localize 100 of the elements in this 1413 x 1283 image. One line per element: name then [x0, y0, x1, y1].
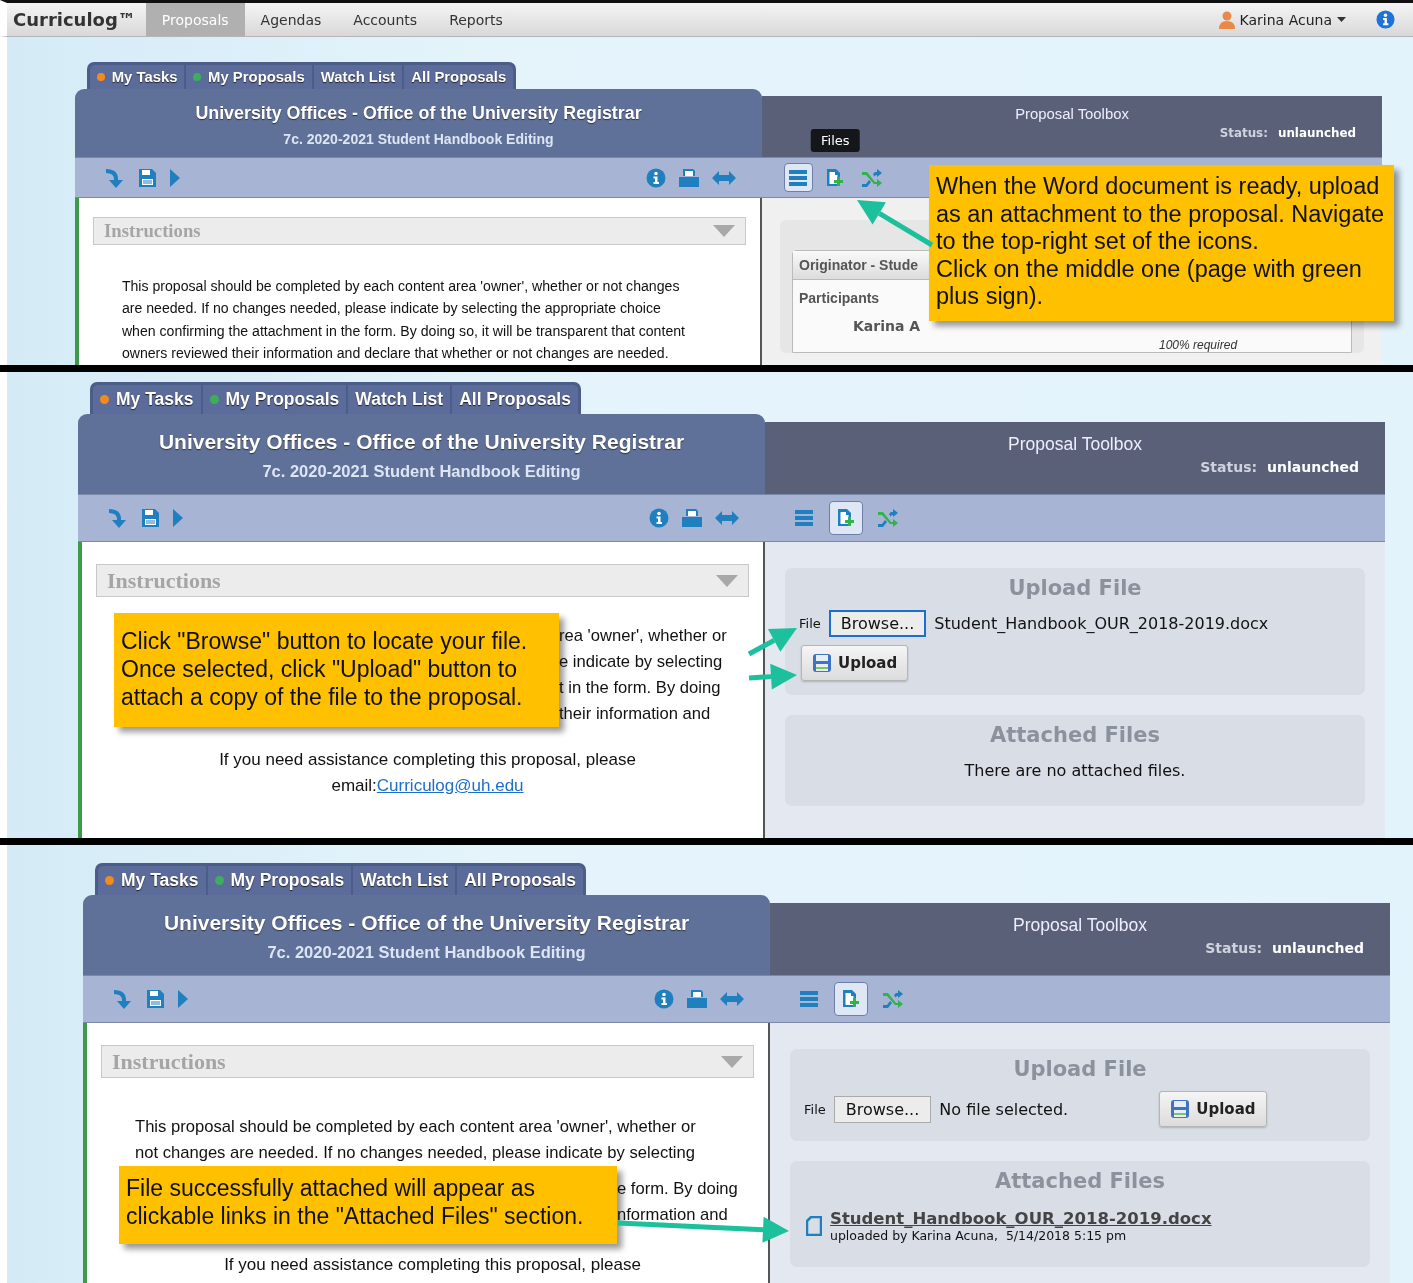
participant-name: Karina A — [853, 318, 921, 334]
info-icon[interactable] — [1376, 10, 1395, 29]
tooltip: Files — [811, 129, 860, 153]
nav-tab[interactable]: Agendas — [244, 3, 338, 36]
print-icon[interactable] — [678, 167, 700, 188]
status-label: Status: — [1219, 125, 1268, 140]
info-icon[interactable] — [646, 167, 666, 188]
print-icon[interactable] — [686, 989, 708, 1009]
tab[interactable]: My Tasks — [98, 866, 206, 895]
tab[interactable]: My Proposals — [202, 385, 347, 414]
attached-file-link[interactable]: Student_Handbook_OUR_2018-2019.docx — [830, 1209, 1212, 1228]
tool-button[interactable] — [829, 501, 863, 535]
shuffle-icon — [877, 508, 899, 528]
status-value: unlaunched — [1277, 125, 1356, 140]
caret-icon — [721, 1055, 743, 1068]
section-title: Attached Files — [989, 723, 1161, 747]
file-name: No file selected. — [939, 1099, 1070, 1119]
list-icon — [788, 167, 809, 188]
instructions-title: Instructions — [112, 1048, 226, 1075]
nav-tab[interactable]: Reports — [433, 3, 519, 36]
expand-arrows-icon[interactable] — [712, 169, 736, 186]
tool-button[interactable] — [834, 982, 868, 1016]
tab[interactable]: My Proposals — [186, 65, 312, 90]
page-plus-icon — [825, 166, 846, 189]
tab[interactable]: Watch List — [313, 65, 403, 90]
save-icon — [812, 653, 832, 673]
print-icon[interactable] — [681, 508, 703, 528]
play-icon[interactable] — [169, 167, 181, 188]
list-icon — [799, 989, 819, 1009]
turn-arrow-icon[interactable] — [113, 988, 133, 1010]
status-value: unlaunched — [1272, 940, 1364, 956]
browse-button[interactable]: Browse... — [828, 610, 927, 637]
file-label: File — [799, 616, 821, 631]
email-link[interactable]: Curriculog@uh.edu — [376, 776, 524, 795]
instructions-line: e form. By doing — [617, 1178, 738, 1200]
proposal-subtitle: 7c. 2020-2021 Student Handbook Editing — [282, 130, 555, 147]
section-title: Attached Files — [994, 1169, 1166, 1193]
page-plus-icon — [836, 507, 856, 529]
instructions-line: nformation and — [617, 1204, 729, 1226]
file-name: Student_Handbook_OUR_2018-2019.docx — [934, 614, 1269, 633]
instructions-line: owners reviewed their information and declare that whether or not changes are needed. — [121, 343, 670, 363]
instructions-line: e indicate by selecting — [559, 651, 724, 673]
empty-message: There are no attached files. — [963, 760, 1187, 782]
play-icon[interactable] — [177, 989, 189, 1009]
status-value: unlaunched — [1267, 459, 1359, 475]
upload-info: uploaded by Karina Acuna, 5/14/2018 5:15 pm — [830, 1228, 1128, 1243]
tab[interactable]: All Proposals — [457, 866, 583, 895]
file-label: File — [804, 1101, 826, 1117]
tab[interactable]: My Tasks — [90, 65, 185, 90]
instructions-line: This proposal should be completed by each content area 'owner', whether or not changes — [121, 277, 681, 297]
save-icon[interactable] — [137, 167, 157, 188]
tab[interactable]: Watch List — [348, 385, 451, 414]
shuffle-icon — [861, 167, 884, 188]
save-icon[interactable] — [140, 508, 160, 528]
nav-tab[interactable]: Accounts — [337, 3, 434, 36]
instructions-title: Instructions — [104, 219, 201, 242]
browse-button[interactable]: Browse... — [833, 1095, 932, 1123]
play-icon[interactable] — [172, 508, 184, 528]
tab[interactable]: My Proposals — [207, 866, 352, 895]
user-menu[interactable]: Karina Acuna — [1212, 9, 1352, 30]
caret-icon — [1337, 17, 1346, 22]
save-icon — [1170, 1099, 1191, 1119]
caret-icon — [716, 574, 738, 587]
instructions-line: This proposal should be completed by each content area 'owner', whether or — [135, 1116, 697, 1138]
assistance-text: If you need assistance completing this proposal, please — [223, 1254, 642, 1276]
instructions-line: not changes are needed. If no changes needed, please indicate by selecting — [135, 1142, 696, 1164]
proposal-subtitle: 7c. 2020-2021 Student Handbook Editing — [261, 462, 582, 481]
shuffle-icon — [882, 989, 904, 1009]
pointer-arrow — [747, 628, 797, 657]
instructions-line: their information and — [559, 703, 712, 725]
caret-icon — [713, 224, 735, 237]
instructions-title: Instructions — [107, 567, 221, 594]
upload-button[interactable]: Upload — [801, 645, 909, 681]
app-logo: Curriculog™ — [12, 9, 137, 30]
proposal-title: University Offices - Office of the University Registrar — [194, 102, 643, 124]
expand-arrows-icon[interactable] — [715, 510, 739, 526]
proposal-title: University Offices - Office of the University Registrar — [157, 430, 686, 454]
instructions-line: t in the form. By doing — [559, 677, 722, 699]
proposal-subtitle: 7c. 2020-2021 Student Handbook Editing — [266, 943, 587, 962]
assistance-text: If you need assistance completing this proposal, please — [218, 749, 637, 771]
tool-button[interactable] — [784, 163, 813, 193]
participants-label: Participants — [799, 290, 880, 306]
tab[interactable]: All Proposals — [404, 65, 514, 90]
info-icon[interactable] — [649, 508, 669, 528]
group-header: Originator - Stude — [799, 257, 918, 273]
callout-note: When the Word document is ready, upload as an attachment to the proposal. Navigate to the top-right set of the icons. Click on the middle one (page with green plus sign). — [929, 165, 1394, 321]
section-title: Upload File — [1012, 1057, 1148, 1081]
turn-arrow-icon[interactable] — [108, 507, 128, 529]
turn-arrow-icon[interactable] — [105, 166, 125, 189]
info-icon[interactable] — [654, 989, 674, 1009]
save-icon[interactable] — [145, 989, 165, 1009]
tab[interactable]: Watch List — [353, 866, 456, 895]
expand-arrows-icon[interactable] — [720, 991, 744, 1007]
tab[interactable]: My Tasks — [93, 385, 201, 414]
tab[interactable]: All Proposals — [452, 385, 578, 414]
toolbox-title: Proposal Toolbox — [1012, 915, 1148, 936]
upload-button[interactable]: Upload — [1159, 1091, 1267, 1127]
toolbox-title: Proposal Toolbox — [1007, 434, 1143, 455]
user-icon — [1218, 10, 1235, 29]
callout-note: Click "Browse" button to locate your file. Once selected, click "Upload" button to attach a copy of the file to the proposal. — [114, 613, 559, 727]
